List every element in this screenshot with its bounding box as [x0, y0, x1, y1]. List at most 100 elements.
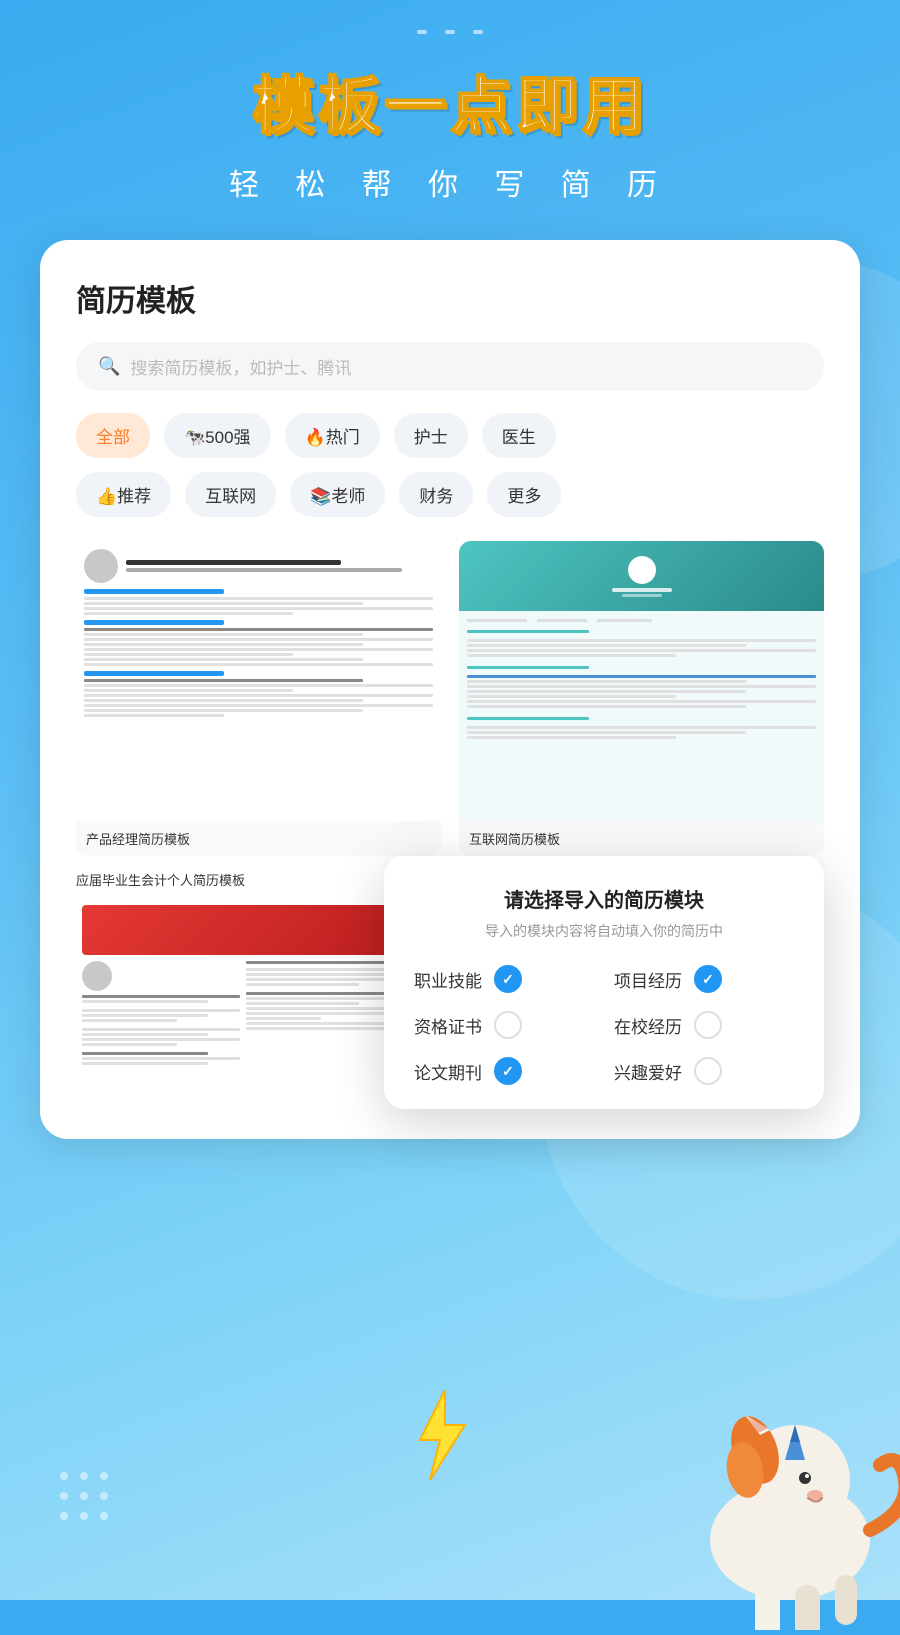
resume-preview-2: [459, 541, 824, 821]
option-label-school: 在校经历: [614, 1013, 682, 1038]
checkbox-skills[interactable]: [494, 965, 522, 993]
checkbox-project[interactable]: [694, 965, 722, 993]
tag-doctor[interactable]: 医生: [482, 413, 556, 458]
text-line: [246, 992, 397, 995]
dot: [100, 1492, 108, 1500]
dot: [60, 1492, 68, 1500]
text-line: [84, 653, 293, 656]
text-line: [84, 684, 433, 687]
text-line: [84, 633, 363, 636]
text-line: [84, 628, 433, 631]
option-paper[interactable]: 论文期刊: [414, 1057, 594, 1085]
text-line: [246, 983, 360, 986]
option-label-skills: 职业技能: [414, 967, 482, 992]
option-skills[interactable]: 职业技能: [414, 965, 594, 993]
text-line: [467, 639, 816, 642]
option-hobby[interactable]: 兴趣爱好: [614, 1057, 794, 1085]
section-bar: [467, 666, 589, 669]
text-line: [84, 602, 363, 605]
bottom-deco-dots: [60, 1472, 108, 1520]
top-dot-1: [417, 30, 427, 34]
text-line: [84, 663, 433, 666]
text-line: [84, 704, 433, 707]
resume-grid: 产品经理简历模板: [76, 541, 824, 856]
text-line: [82, 1062, 208, 1065]
card-title: 简历模板: [76, 276, 824, 320]
checkbox-cert[interactable]: [494, 1011, 522, 1039]
option-label-hobby: 兴趣爱好: [614, 1059, 682, 1084]
section-bar: [467, 717, 589, 720]
text-line: [246, 1017, 322, 1020]
top-dot-2: [445, 30, 455, 34]
teal-sub: [622, 594, 662, 597]
dot: [100, 1472, 108, 1480]
tag-recommend[interactable]: 👍推荐: [76, 472, 171, 517]
section-bar: [467, 630, 589, 633]
tag-hot[interactable]: 🔥热门: [285, 413, 380, 458]
text-line: [467, 700, 816, 703]
text-line: [467, 685, 816, 688]
text-line: [84, 714, 224, 717]
text-line: [84, 612, 293, 615]
text-line: [246, 973, 397, 976]
dot: [80, 1472, 88, 1480]
section-title: [84, 620, 224, 625]
teal-name: [612, 588, 672, 592]
checkbox-paper[interactable]: [494, 1057, 522, 1085]
option-project[interactable]: 项目经历: [614, 965, 794, 993]
option-label-cert: 资格证书: [414, 1013, 482, 1038]
text-line: [84, 597, 433, 600]
top-dots: [417, 30, 483, 34]
section-1: [84, 589, 433, 615]
text-line: [84, 689, 293, 692]
text-line: [82, 1028, 240, 1031]
dot: [60, 1512, 68, 1520]
modal-subtitle: 导入的模块内容将自动填入你的简历中: [414, 921, 794, 941]
tag-teacher[interactable]: 📚老师: [290, 472, 385, 517]
section-title: [84, 589, 224, 594]
text-line: [467, 644, 746, 647]
tag-finance[interactable]: 财务: [399, 472, 473, 517]
tag-internet[interactable]: 互联网: [185, 472, 276, 517]
resume-card-1[interactable]: 产品经理简历模板: [76, 541, 441, 856]
option-cert[interactable]: 资格证书: [414, 1011, 594, 1039]
modal-options: 职业技能 项目经历 资格证书 在校经历: [414, 965, 794, 1085]
subtitle: 轻 松 帮 你 写 简 历: [0, 160, 900, 204]
text-line: [84, 607, 433, 610]
text-line: [467, 690, 746, 693]
option-school[interactable]: 在校经历: [614, 1011, 794, 1039]
name-lines: [126, 560, 433, 572]
dot: [80, 1492, 88, 1500]
text-line: [467, 695, 676, 698]
checkbox-hobby[interactable]: [694, 1057, 722, 1085]
text-line: [82, 1033, 208, 1036]
text-line: [467, 675, 816, 678]
avatar: [84, 549, 118, 583]
text-line: [467, 654, 676, 657]
text-line: [467, 680, 746, 683]
main-title: 模板一点即用: [0, 55, 900, 145]
text-line: [467, 736, 676, 739]
tag-more[interactable]: 更多: [487, 472, 561, 517]
tag-nurse[interactable]: 护士: [394, 413, 468, 458]
text-line: [467, 731, 746, 734]
dot: [60, 1472, 68, 1480]
text-line: [84, 638, 433, 641]
text-line: [82, 1014, 208, 1017]
filter-tags-row2: 👍推荐 互联网 📚老师 财务 更多: [76, 472, 824, 517]
tag-fortune500[interactable]: 🐄500强: [164, 413, 271, 458]
search-bar[interactable]: 🔍 搜索简历模板，如护士、腾讯: [76, 342, 824, 391]
teal-header: [459, 541, 824, 611]
resume-card-2[interactable]: 互联网简历模板: [459, 541, 824, 856]
checkbox-school[interactable]: [694, 1011, 722, 1039]
import-modal: 请选择导入的简历模块 导入的模块内容将自动填入你的简历中 职业技能 项目经历 资…: [384, 856, 824, 1109]
modal-title: 请选择导入的简历模块: [414, 884, 794, 913]
text-line: [84, 658, 363, 661]
red-bar: [82, 905, 435, 955]
text-line: [82, 995, 240, 998]
name-line-sub: [126, 568, 402, 572]
option-label-paper: 论文期刊: [414, 1059, 482, 1084]
resume-header: [84, 549, 433, 583]
tag-all[interactable]: 全部: [76, 413, 150, 458]
unicorn-mascot: [640, 1350, 900, 1630]
